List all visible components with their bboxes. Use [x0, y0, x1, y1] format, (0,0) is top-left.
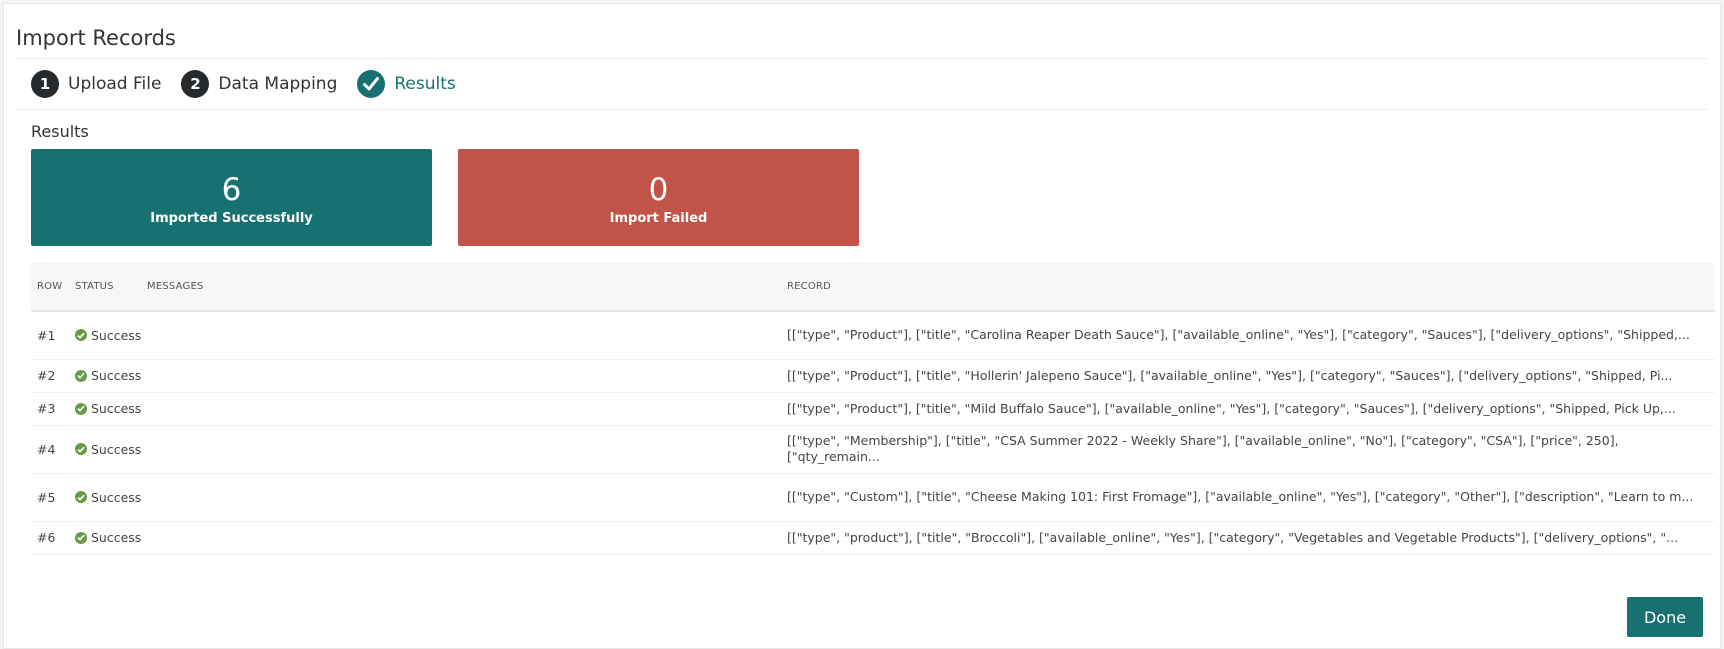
row-status: Success — [91, 327, 142, 343]
row-number: #5 — [37, 489, 56, 505]
table-header-row: ROW STATUS MESSAGES RECORD — [31, 263, 1715, 311]
step-2-number-icon: 2 — [181, 70, 210, 98]
row-messages — [141, 521, 781, 554]
row-status: Success — [91, 530, 142, 545]
check-circle-icon — [75, 329, 87, 342]
column-header-record: RECORD — [787, 281, 831, 292]
row-messages — [141, 473, 781, 521]
results-section-title: Results — [31, 122, 89, 141]
table-row: #5 Success [["type", "Custom"], ["title"… — [31, 473, 1715, 521]
row-record: [["type", "Custom"], ["title", "Cheese M… — [787, 489, 1694, 504]
row-messages — [141, 425, 781, 473]
page-title: Import Records — [16, 26, 176, 50]
row-status: Success — [91, 368, 142, 383]
row-record: [["type", "Product"], ["title", "Carolin… — [787, 327, 1690, 343]
table-row: #1 Success [["type", "Product"], ["title… — [31, 311, 1715, 359]
import-failed-label: Import Failed — [609, 211, 708, 226]
check-circle-icon — [75, 402, 87, 415]
row-record: [["type", "Product"], ["title", "Mild Bu… — [787, 400, 1676, 416]
row-number: #3 — [37, 401, 56, 416]
column-header-status: STATUS — [75, 281, 114, 292]
row-record: [["type", "Membership"], ["title", "CSA … — [787, 433, 1619, 464]
step-results-check-icon — [357, 70, 386, 98]
row-record: [["type", "Product"], ["title", "Holleri… — [787, 367, 1673, 383]
step-data-mapping[interactable]: 2 Data Mapping — [181, 70, 337, 98]
done-button[interactable]: Done — [1627, 597, 1703, 637]
check-circle-icon — [75, 443, 87, 455]
results-table: ROW STATUS MESSAGES RECORD #1 Success [[… — [31, 263, 1715, 555]
import-failed-count: 0 — [648, 172, 669, 208]
column-header-messages: MESSAGES — [147, 281, 204, 292]
check-circle-icon — [75, 491, 87, 503]
table-row: #2 Success [["type", "Product"], ["title… — [31, 359, 1715, 392]
row-messages — [141, 359, 781, 392]
step-upload-file-label: Upload File — [68, 74, 162, 94]
table-row: #3 Success [["type", "Product"], ["title… — [31, 392, 1715, 425]
table-row: #6 Success [["type", "product"], ["title… — [31, 521, 1715, 554]
imported-successfully-card: 6 Imported Successfully — [31, 149, 432, 246]
check-circle-icon — [75, 369, 87, 382]
row-number: #1 — [37, 327, 56, 343]
step-data-mapping-label: Data Mapping — [218, 74, 338, 94]
step-results[interactable]: Results — [357, 70, 456, 98]
row-messages — [141, 311, 781, 359]
step-upload-file[interactable]: 1 Upload File — [31, 70, 161, 98]
table-row: #4 Success [["type", "Membership"], ["ti… — [31, 425, 1715, 473]
row-status: Success — [91, 441, 142, 457]
row-number: #6 — [37, 530, 56, 545]
row-record: [["type", "product"], ["title", "Broccol… — [787, 529, 1679, 545]
import-stepper: 1 Upload File 2 Data Mapping Results — [16, 58, 1708, 110]
import-failed-card: 0 Import Failed — [458, 149, 859, 246]
step-results-label: Results — [394, 74, 456, 94]
check-circle-icon — [75, 531, 87, 544]
row-number: #4 — [37, 441, 56, 457]
row-status: Success — [91, 401, 142, 416]
import-records-panel: Import Records 1 Upload File 2 Data Mapp… — [3, 3, 1721, 649]
imported-successfully-label: Imported Successfully — [150, 211, 313, 226]
imported-successfully-count: 6 — [221, 172, 242, 208]
row-status: Success — [91, 489, 142, 505]
column-header-row: ROW — [37, 281, 63, 292]
step-1-number-icon: 1 — [31, 70, 59, 98]
row-number: #2 — [37, 368, 56, 383]
row-messages — [141, 392, 781, 425]
